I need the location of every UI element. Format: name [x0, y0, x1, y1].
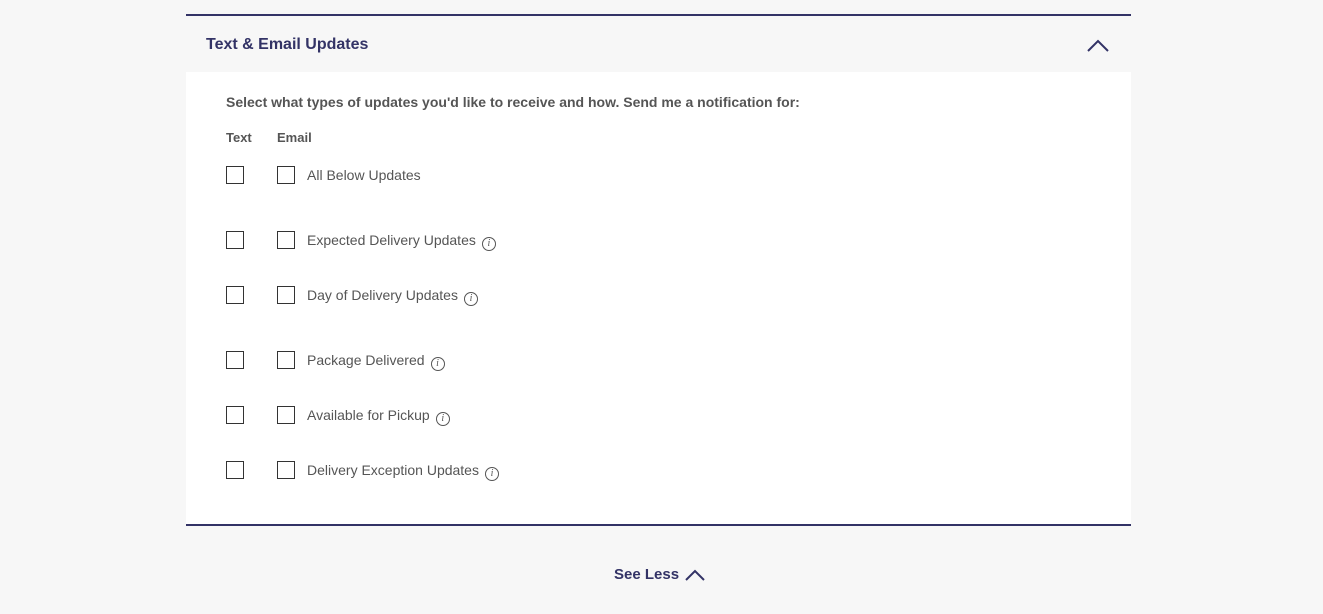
text-email-updates-panel: Text & Email Updates Select what types o…	[186, 14, 1131, 526]
chevron-up-icon	[1087, 39, 1109, 52]
email-checkbox[interactable]	[277, 231, 295, 249]
see-less-button[interactable]: See Less	[614, 566, 705, 583]
option-label: Delivery Exception Updates i	[307, 462, 499, 481]
column-header-text: Text	[226, 130, 252, 145]
panel-title: Text & Email Updates	[206, 36, 369, 53]
email-checkbox[interactable]	[277, 351, 295, 369]
email-checkbox[interactable]	[277, 461, 295, 479]
text-checkbox[interactable]	[226, 461, 244, 479]
email-checkbox[interactable]	[277, 166, 295, 184]
option-label-text: Expected Delivery Updates	[307, 232, 476, 248]
text-checkbox[interactable]	[226, 286, 244, 304]
option-label: Day of Delivery Updates i	[307, 287, 478, 306]
text-checkbox[interactable]	[226, 231, 244, 249]
collapse-button[interactable]	[1085, 36, 1111, 56]
option-label: Available for Pickup i	[307, 407, 450, 426]
option-label-text: Package Delivered	[307, 352, 425, 368]
option-row-package-delivered: Package Delivered i	[226, 351, 826, 373]
column-header-email: Email	[277, 130, 312, 145]
text-checkbox[interactable]	[226, 406, 244, 424]
option-label: Package Delivered i	[307, 352, 445, 371]
info-icon[interactable]: i	[484, 467, 499, 481]
text-checkbox[interactable]	[226, 351, 244, 369]
email-checkbox[interactable]	[277, 286, 295, 304]
info-icon[interactable]: i	[481, 237, 496, 251]
info-icon[interactable]: i	[435, 412, 450, 426]
option-label-text: Delivery Exception Updates	[307, 462, 479, 478]
info-icon[interactable]: i	[430, 357, 445, 371]
chevron-up-icon	[685, 569, 705, 581]
intro-text: Select what types of updates you'd like …	[226, 94, 800, 110]
option-label: Expected Delivery Updates i	[307, 232, 496, 251]
option-row-expected-delivery-updates: Expected Delivery Updates i	[226, 231, 826, 253]
option-row-day-of-delivery-updates: Day of Delivery Updates i	[226, 286, 826, 308]
panel-header[interactable]: Text & Email Updates	[186, 16, 1131, 72]
option-label-text: Available for Pickup	[307, 407, 430, 423]
option-row-available-for-pickup: Available for Pickup i	[226, 406, 826, 428]
option-row-delivery-exception-updates: Delivery Exception Updates i	[226, 461, 826, 483]
option-label: All Below Updates	[307, 167, 421, 183]
text-checkbox[interactable]	[226, 166, 244, 184]
option-label-text: All Below Updates	[307, 167, 421, 183]
option-row-all-below-updates: All Below Updates	[226, 166, 826, 188]
see-less-label: See Less	[614, 566, 680, 583]
option-label-text: Day of Delivery Updates	[307, 287, 458, 303]
info-icon[interactable]: i	[463, 292, 478, 306]
email-checkbox[interactable]	[277, 406, 295, 424]
